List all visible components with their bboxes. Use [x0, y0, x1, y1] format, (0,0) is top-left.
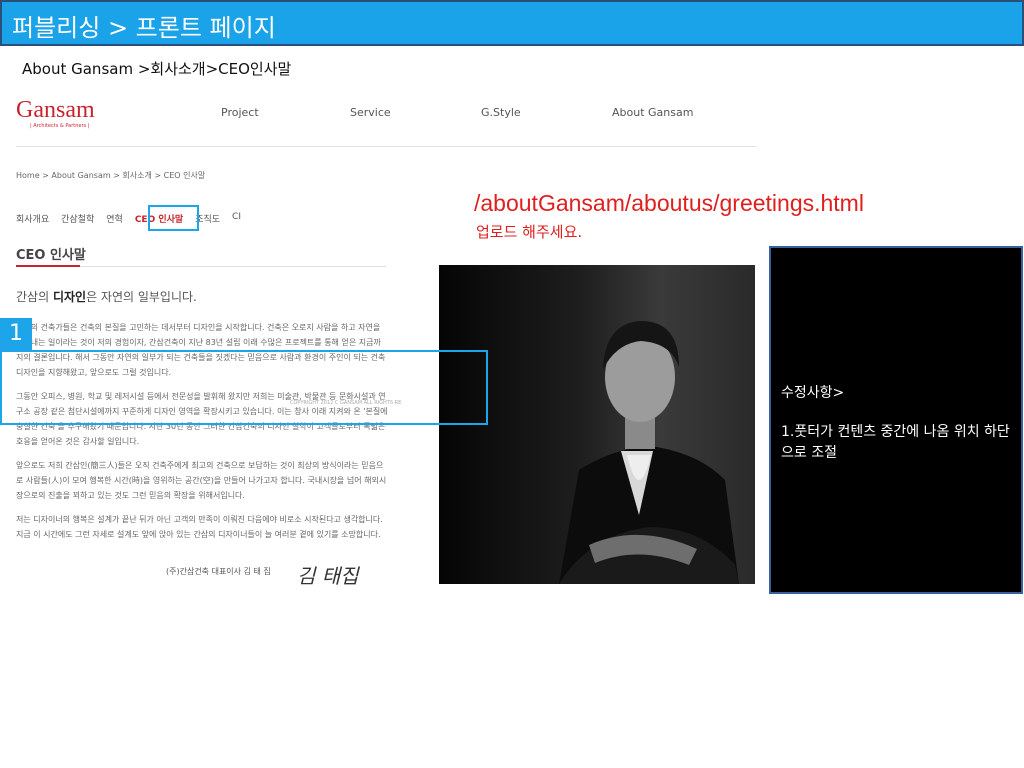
- nav-item-gstyle[interactable]: G.Style: [481, 106, 521, 119]
- subnav-item-philosophy[interactable]: 간삼철학: [61, 212, 94, 225]
- greeting-headline: 간삼의 디자인은 자연의 일부입니다.: [16, 288, 197, 305]
- site-logo-subtitle: | Architects & Partners |: [30, 123, 90, 129]
- site-breadcrumb: Home > About Gansam > 회사소개 > CEO 인사말: [16, 171, 206, 180]
- ceo-signature-text: (주)간삼건축 대표이사 김 태 집: [166, 567, 271, 576]
- greeting-paragraph: 앞으로도 저희 간삼인(簡三人)들은 오직 건축주에게 최고의 건축으로 보답하…: [16, 461, 387, 500]
- subnav-item-history[interactable]: 연혁: [106, 212, 123, 225]
- revision-notes-panel: 수정사항> 1.풋터가 컨텐츠 중간에 나옴 위치 하단으로 조절: [769, 246, 1023, 594]
- page-url-annotation: /aboutGansam/aboutus/greetings.html: [474, 190, 864, 216]
- section-title: CEO 인사말: [16, 248, 86, 263]
- section-title-underline: [16, 265, 80, 267]
- headline-suffix: 은 자연의 일부입니다.: [86, 290, 197, 304]
- subnav-highlight-box: [148, 205, 199, 231]
- slide-header: 퍼블리싱 > 프론트 페이지: [0, 0, 1024, 46]
- headline-bold: 디자인: [52, 290, 87, 304]
- revision-notes-body: 1.풋터가 컨텐츠 중간에 나옴 위치 하단으로 조절: [781, 424, 1010, 461]
- subnav-item-ci[interactable]: CI: [232, 212, 241, 225]
- revision-notes-title: 수정사항>: [781, 385, 845, 401]
- sub-navigation: 회사개요 간삼철학 연혁 CEO 인사말 조직도 CI: [16, 212, 253, 225]
- nav-item-about-gansam[interactable]: About Gansam: [612, 106, 693, 119]
- slide-breadcrumb: About Gansam >회사소개>CEO인사말: [22, 60, 292, 78]
- greeting-paragraph: 저는 디자이너의 행복은 설계가 끝난 뒤가 아닌 고객의 만족이 이뤄진 다음…: [16, 515, 383, 539]
- issue-highlight-box: [0, 350, 488, 425]
- nav-divider: [16, 146, 756, 147]
- nav-item-service[interactable]: Service: [350, 106, 391, 119]
- nav-item-project[interactable]: Project: [221, 106, 259, 119]
- upload-request-note: 업로드 해주세요.: [476, 223, 583, 241]
- headline-prefix: 간삼의: [16, 290, 53, 304]
- site-logo[interactable]: Gansam: [16, 97, 95, 124]
- subnav-item-overview[interactable]: 회사개요: [16, 212, 49, 225]
- ceo-handwritten-signature: 김 태집: [297, 564, 359, 588]
- issue-marker-number: 1: [0, 318, 32, 350]
- slide-title: 퍼블리싱 > 프론트 페이지: [12, 14, 276, 42]
